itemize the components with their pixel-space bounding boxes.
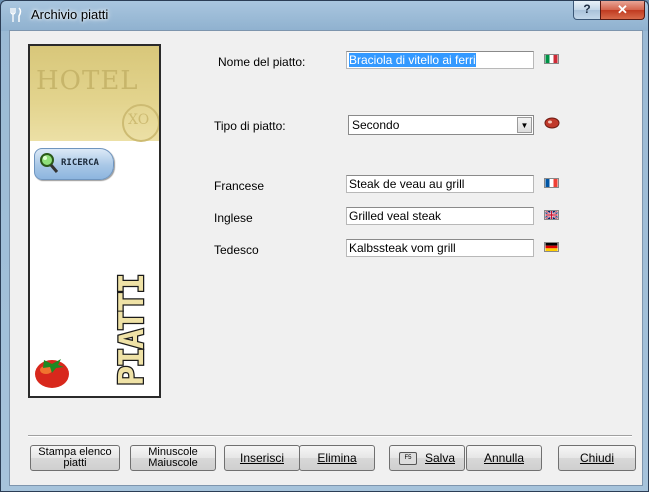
uk-flag-icon — [544, 210, 559, 220]
hotel-logo-text: HOTEL — [36, 66, 139, 96]
insert-button[interactable]: Inserisci — [224, 445, 300, 471]
meat-icon — [544, 117, 560, 129]
german-input[interactable]: Kalbssteak vom grill — [346, 239, 534, 257]
window-title: Archivio piatti — [31, 7, 109, 22]
cancel-button-label: Annulla — [483, 451, 525, 465]
piatti-title-text: PIATTI — [116, 275, 150, 386]
insert-button-label: Inserisci — [239, 451, 284, 465]
piatti-vertical-title: PIATTI — [116, 274, 150, 387]
side-panel: HOTEL XO RICERCA PIATTI — [28, 44, 161, 398]
f5-key-icon: F5 — [398, 452, 417, 466]
hotel-seal-text: XO — [128, 112, 150, 128]
save-button-label: Salva — [424, 451, 456, 465]
hotel-banner: HOTEL XO — [30, 46, 159, 142]
title-bar[interactable]: Archivio piatti ? ✕ — [1, 1, 648, 29]
cancel-button[interactable]: Annulla — [466, 445, 542, 471]
window-close-button[interactable]: ✕ — [600, 1, 645, 20]
close-button-label: Chiudi — [579, 451, 615, 465]
search-button-label: RICERCA — [61, 158, 99, 168]
dish-type-select[interactable]: Secondo ▼ — [348, 115, 534, 135]
german-flag-icon — [544, 242, 559, 252]
case-toggle-button[interactable]: Minuscole Maiuscole — [130, 445, 216, 471]
dish-name-label: Nome del piatto: — [218, 55, 306, 69]
dish-name-value: Braciola di vitello ai ferri — [349, 53, 476, 67]
close-button[interactable]: Chiudi — [558, 445, 636, 471]
magnifier-icon — [40, 153, 59, 173]
delete-button-label: Elimina — [317, 451, 357, 465]
chevron-down-icon[interactable]: ▼ — [517, 117, 532, 133]
button-separator — [28, 435, 632, 437]
french-input[interactable]: Steak de veau au grill — [346, 175, 534, 193]
english-input[interactable]: Grilled veal steak — [346, 207, 534, 225]
search-button[interactable]: RICERCA — [34, 148, 114, 180]
cutlery-icon — [10, 7, 22, 22]
app-window: Archivio piatti ? ✕ HOTEL XO RICERCA PIA… — [0, 0, 649, 492]
tomato-icon — [35, 359, 69, 388]
french-flag-icon — [544, 178, 559, 188]
save-button[interactable]: F5 Salva — [389, 445, 465, 471]
dish-type-label: Tipo di piatto: — [214, 119, 286, 133]
help-button[interactable]: ? — [573, 1, 601, 20]
print-list-button[interactable]: Stampa elenco piatti — [30, 445, 120, 471]
english-label: Inglese — [214, 211, 253, 225]
dish-type-value: Secondo — [352, 118, 400, 132]
delete-button[interactable]: Elimina — [299, 445, 375, 471]
dialog-body: HOTEL XO RICERCA PIATTI Nome del piatto:… — [9, 30, 643, 486]
german-label: Tedesco — [214, 243, 259, 257]
italian-flag-icon — [544, 54, 559, 64]
dish-name-input[interactable]: Braciola di vitello ai ferri — [346, 51, 534, 69]
case-line2: Maiuscole — [148, 457, 198, 469]
print-list-line2: piatti — [63, 457, 87, 469]
french-label: Francese — [214, 179, 265, 193]
